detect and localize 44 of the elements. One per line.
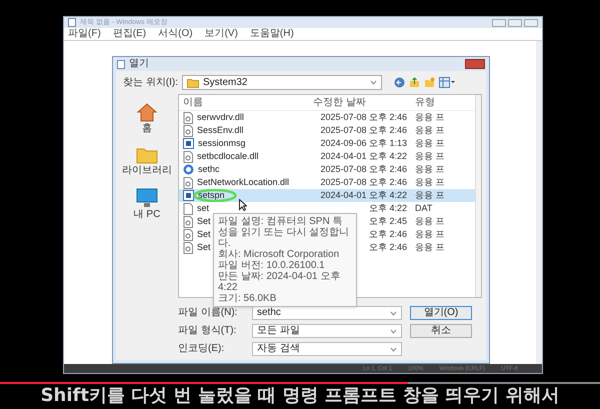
- file-type: 응용 프: [414, 152, 446, 161]
- file-type: 응용 프: [414, 139, 446, 148]
- file-type: DAT: [414, 204, 434, 213]
- modified-date: 2025-07-08 오후 2:46: [320, 126, 407, 135]
- file-name: setbcdlocale.dll: [197, 152, 259, 161]
- file-name: Set: [197, 230, 211, 239]
- file-name: Set: [197, 243, 211, 252]
- look-in-label: 찾는 위치(I):: [122, 78, 178, 88]
- file-type: 응용 프: [414, 243, 446, 252]
- file-name: SetNetworkLocation.dll: [197, 178, 290, 187]
- modified-date: 2024-04-01 오후 4:22: [320, 191, 407, 200]
- field-label: 파일 이름(N):: [178, 308, 238, 318]
- tooltip-text: 크기: 56.0KB: [218, 293, 278, 304]
- modified-date: 2024-09-06 오후 1:13: [320, 139, 407, 148]
- modified-date: 오후 2:46: [368, 230, 407, 239]
- tooltip-text: 만든 날짜: 2024-04-01 오후 4:22: [218, 271, 342, 293]
- file-name: set: [197, 204, 210, 213]
- tooltip-text: 파일 설명: 컴퓨터의 SPN 특성을 읽기 또는 다시 설정합니다.: [218, 216, 350, 249]
- file-name: serwvdrv.dll: [197, 113, 244, 122]
- dialog-title: 열기: [129, 59, 149, 69]
- file-name: Set: [197, 217, 211, 226]
- file-name: sessionmsg: [198, 139, 246, 148]
- file-type: 응용 프: [414, 113, 446, 122]
- tooltip-text: 파일 버전: 10.0.26100.1: [218, 260, 326, 271]
- modified-date: 2025-07-08 오후 2:46: [320, 178, 407, 187]
- modified-date: 오후 2:46: [368, 243, 407, 252]
- file-name: SessEnv.dll: [197, 126, 244, 135]
- file-name: sethc: [198, 165, 220, 174]
- tooltip-text: 회사: Microsoft Corporation: [218, 249, 340, 260]
- modified-date: 2025-07-08 오후 2:46: [320, 165, 407, 174]
- file-type: 응용 프: [414, 230, 446, 239]
- field-label: 파일 형식(T):: [178, 326, 238, 336]
- modified-date: 오후 4:22: [368, 204, 407, 213]
- file-type: 응용 프: [414, 126, 446, 135]
- modified-date: 2024-04-01 오후 4:22: [320, 152, 407, 161]
- file-type: 응용 프: [414, 178, 446, 187]
- file-name: setspn: [198, 191, 225, 200]
- modified-date: 오후 2:45: [368, 217, 407, 226]
- file-type: 응용 프: [414, 165, 446, 174]
- file-type: 응용 프: [414, 217, 446, 226]
- field-label: 인코딩(E):: [178, 344, 226, 354]
- subtitle: Shift키를 다섯 번 눌렀을 때 명령 프롬프트 창을 띄우기 위해서: [40, 385, 560, 407]
- modified-date: 2025-07-08 오후 2:46: [320, 113, 407, 122]
- file-type: 응용 프: [414, 191, 446, 200]
